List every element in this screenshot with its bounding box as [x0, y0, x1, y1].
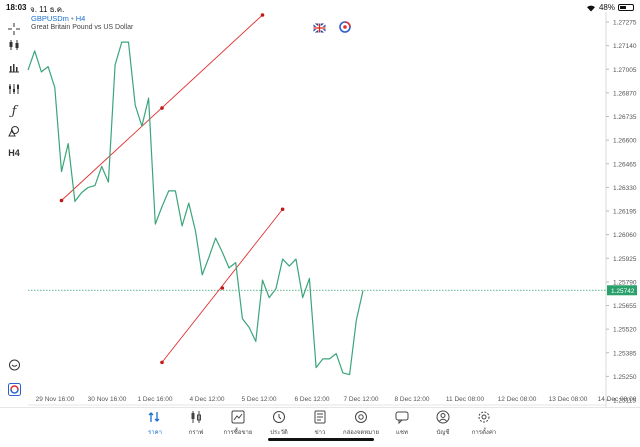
time-tick-label: 5 Dec 12:00	[241, 396, 276, 403]
nav-label: การตั้งค่า	[471, 430, 497, 436]
price-tick-label: 1.25250	[613, 374, 637, 381]
current-price-label: 1.25742	[611, 288, 635, 295]
time-tick-label: 30 Nov 16:00	[88, 396, 127, 403]
price-tick-label: 1.27005	[613, 67, 637, 74]
price-tick-label: 1.26060	[613, 232, 637, 239]
price-line	[27, 41, 364, 376]
price-tick-label: 1.25925	[613, 256, 637, 263]
price-tick-label: 1.26870	[613, 90, 637, 97]
price-tick-label: 1.25655	[613, 303, 637, 310]
time-tick-label: 7 Dec 12:00	[343, 396, 378, 403]
price-tick-label: 1.25520	[613, 327, 637, 334]
time-tick-label: 29 Nov 16:00	[36, 396, 75, 403]
price-tick-label: 1.25385	[613, 350, 637, 357]
time-tick-label: 13 Dec 08:00	[549, 396, 588, 403]
price-chart[interactable]: 1.27275 1.27140 1.27005 1.26870 1.26735 1.266…	[0, 0, 640, 447]
price-tick-label: 1.26195	[613, 209, 637, 216]
settings-icon	[459, 410, 509, 424]
price-series	[27, 41, 364, 376]
time-tick-label: 6 Dec 12:00	[294, 396, 329, 403]
trendline-anchor	[280, 207, 285, 212]
time-tick-label: 11 Dec 08:00	[446, 396, 485, 403]
trendlines[interactable]	[59, 13, 285, 365]
price-tick-label: 1.27140	[613, 43, 637, 50]
bottom-navigation: ราคา กราฟ การซื้อขาย ประวัติ ข่าว กล่องจดหมาย…	[0, 407, 640, 447]
time-tick-label: 8 Dec 12:00	[394, 396, 429, 403]
time-axis: 29 Nov 16:00 30 Nov 16:00 1 Dec 16:00 4 Dec…	[36, 396, 637, 403]
time-tick-label: 1 Dec 16:00	[137, 396, 172, 403]
price-tick-label: 1.27275	[613, 20, 637, 27]
time-tick-label: 14 Dec 08:00	[598, 396, 637, 403]
home-indicator	[268, 438, 374, 441]
time-tick-label: 12 Dec 08:00	[498, 396, 537, 403]
price-tick-label: 1.26735	[613, 114, 637, 121]
trendline-anchor	[220, 286, 225, 290]
trendline-anchor	[260, 13, 265, 17]
trendline-anchor	[160, 106, 164, 110]
time-tick-label: 4 Dec 12:00	[189, 396, 224, 403]
price-tick-label: 1.26600	[613, 138, 637, 145]
price-axis: 1.27275 1.27140 1.27005 1.26870 1.26735 1.266…	[606, 20, 637, 405]
nav-item-settings[interactable]: การตั้งค่า	[459, 410, 509, 437]
trendline-anchor	[160, 360, 164, 365]
trendline-anchor	[59, 198, 64, 203]
current-price-marker: 1.25742	[607, 285, 637, 296]
price-tick-label: 1.26465	[613, 161, 637, 168]
price-tick-label: 1.26330	[613, 185, 637, 192]
